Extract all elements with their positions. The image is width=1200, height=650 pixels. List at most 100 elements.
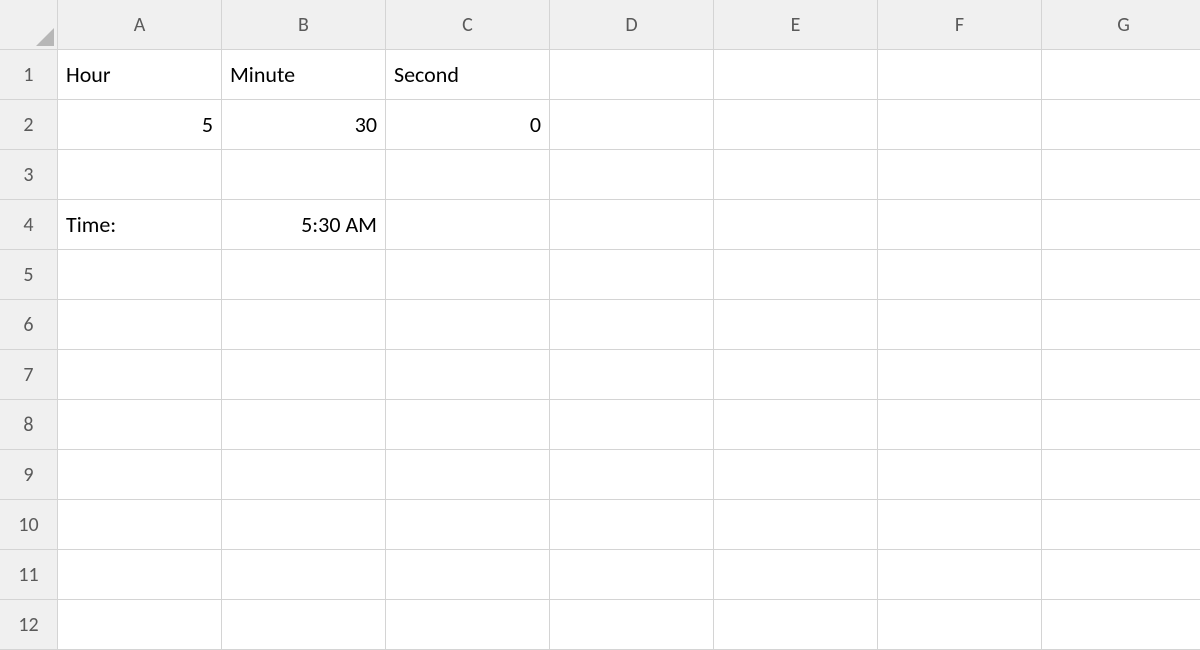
cell-B8[interactable] <box>222 400 386 450</box>
cell-F3[interactable] <box>878 150 1042 200</box>
cell-G2[interactable] <box>1042 100 1200 150</box>
cell-C4[interactable] <box>386 200 550 250</box>
cell-A4[interactable]: Time: <box>58 200 222 250</box>
cell-B7[interactable] <box>222 350 386 400</box>
cell-F6[interactable] <box>878 300 1042 350</box>
cell-D10[interactable] <box>550 500 714 550</box>
cell-E10[interactable] <box>714 500 878 550</box>
cell-E8[interactable] <box>714 400 878 450</box>
cell-A10[interactable] <box>58 500 222 550</box>
cell-F10[interactable] <box>878 500 1042 550</box>
cell-C12[interactable] <box>386 600 550 650</box>
cell-D7[interactable] <box>550 350 714 400</box>
cell-D9[interactable] <box>550 450 714 500</box>
cell-A5[interactable] <box>58 250 222 300</box>
cell-D2[interactable] <box>550 100 714 150</box>
cell-G9[interactable] <box>1042 450 1200 500</box>
cell-B11[interactable] <box>222 550 386 600</box>
row-header-7[interactable]: 7 <box>0 350 58 400</box>
row-header-8[interactable]: 8 <box>0 400 58 450</box>
cell-E9[interactable] <box>714 450 878 500</box>
row-header-9[interactable]: 9 <box>0 450 58 500</box>
cell-A2[interactable]: 5 <box>58 100 222 150</box>
cell-G7[interactable] <box>1042 350 1200 400</box>
cell-F9[interactable] <box>878 450 1042 500</box>
select-all-corner[interactable] <box>0 0 58 50</box>
cell-F2[interactable] <box>878 100 1042 150</box>
cell-A9[interactable] <box>58 450 222 500</box>
cell-E2[interactable] <box>714 100 878 150</box>
cell-C1[interactable]: Second <box>386 50 550 100</box>
cell-B3[interactable] <box>222 150 386 200</box>
cell-G4[interactable] <box>1042 200 1200 250</box>
cell-F5[interactable] <box>878 250 1042 300</box>
cell-B9[interactable] <box>222 450 386 500</box>
row-header-6[interactable]: 6 <box>0 300 58 350</box>
cell-D5[interactable] <box>550 250 714 300</box>
cell-F11[interactable] <box>878 550 1042 600</box>
cell-D11[interactable] <box>550 550 714 600</box>
cell-G12[interactable] <box>1042 600 1200 650</box>
cell-C7[interactable] <box>386 350 550 400</box>
cell-C11[interactable] <box>386 550 550 600</box>
col-header-F[interactable]: F <box>878 0 1042 50</box>
row-header-5[interactable]: 5 <box>0 250 58 300</box>
col-header-B[interactable]: B <box>222 0 386 50</box>
cell-E5[interactable] <box>714 250 878 300</box>
cell-G10[interactable] <box>1042 500 1200 550</box>
cell-E12[interactable] <box>714 600 878 650</box>
cell-D4[interactable] <box>550 200 714 250</box>
cell-F7[interactable] <box>878 350 1042 400</box>
cell-C10[interactable] <box>386 500 550 550</box>
cell-F12[interactable] <box>878 600 1042 650</box>
cell-A8[interactable] <box>58 400 222 450</box>
col-header-G[interactable]: G <box>1042 0 1200 50</box>
cell-E1[interactable] <box>714 50 878 100</box>
cell-G6[interactable] <box>1042 300 1200 350</box>
cell-B5[interactable] <box>222 250 386 300</box>
cell-C9[interactable] <box>386 450 550 500</box>
cell-C5[interactable] <box>386 250 550 300</box>
cell-F8[interactable] <box>878 400 1042 450</box>
col-header-C[interactable]: C <box>386 0 550 50</box>
cell-D1[interactable] <box>550 50 714 100</box>
row-header-2[interactable]: 2 <box>0 100 58 150</box>
cell-A7[interactable] <box>58 350 222 400</box>
cell-B10[interactable] <box>222 500 386 550</box>
cell-G5[interactable] <box>1042 250 1200 300</box>
col-header-D[interactable]: D <box>550 0 714 50</box>
cell-C8[interactable] <box>386 400 550 450</box>
row-header-12[interactable]: 12 <box>0 600 58 650</box>
cell-E3[interactable] <box>714 150 878 200</box>
cell-E11[interactable] <box>714 550 878 600</box>
cell-D8[interactable] <box>550 400 714 450</box>
cell-A11[interactable] <box>58 550 222 600</box>
cell-E6[interactable] <box>714 300 878 350</box>
cell-A1[interactable]: Hour <box>58 50 222 100</box>
cell-B12[interactable] <box>222 600 386 650</box>
cell-C3[interactable] <box>386 150 550 200</box>
cell-G1[interactable] <box>1042 50 1200 100</box>
cell-C6[interactable] <box>386 300 550 350</box>
cell-C2[interactable]: 0 <box>386 100 550 150</box>
row-header-10[interactable]: 10 <box>0 500 58 550</box>
row-header-11[interactable]: 11 <box>0 550 58 600</box>
col-header-A[interactable]: A <box>58 0 222 50</box>
cell-A3[interactable] <box>58 150 222 200</box>
cell-G8[interactable] <box>1042 400 1200 450</box>
row-header-4[interactable]: 4 <box>0 200 58 250</box>
cell-B4[interactable]: 5:30 AM <box>222 200 386 250</box>
cell-A12[interactable] <box>58 600 222 650</box>
cell-B6[interactable] <box>222 300 386 350</box>
cell-G3[interactable] <box>1042 150 1200 200</box>
cell-G11[interactable] <box>1042 550 1200 600</box>
spreadsheet-grid[interactable]: A B C D E F G 1 Hour Minute Second 2 5 3… <box>0 0 1200 650</box>
cell-D3[interactable] <box>550 150 714 200</box>
cell-A6[interactable] <box>58 300 222 350</box>
cell-D12[interactable] <box>550 600 714 650</box>
cell-E4[interactable] <box>714 200 878 250</box>
cell-F4[interactable] <box>878 200 1042 250</box>
col-header-E[interactable]: E <box>714 0 878 50</box>
cell-D6[interactable] <box>550 300 714 350</box>
row-header-1[interactable]: 1 <box>0 50 58 100</box>
